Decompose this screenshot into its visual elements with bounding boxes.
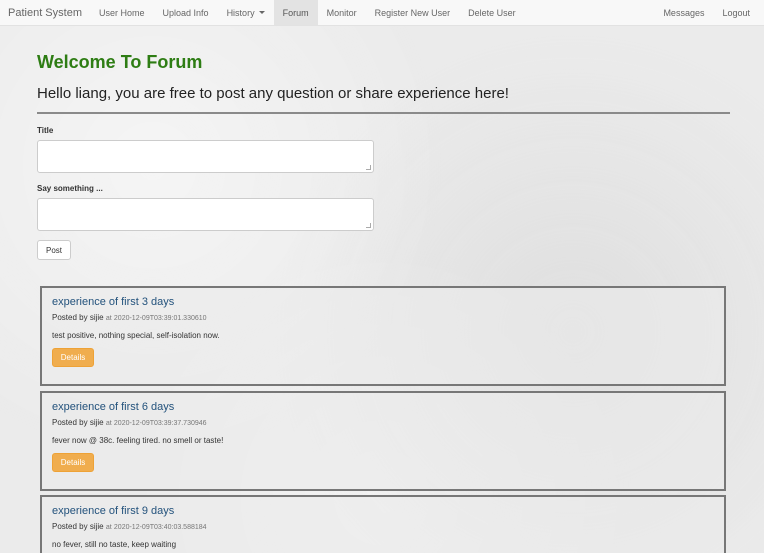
say-something-label: Say something ... (37, 184, 103, 193)
caret-down-icon (258, 11, 265, 14)
page-title: Welcome To Forum (37, 52, 203, 72)
post-meta: Posted by sijie at 2020-12-09T03:39:37.7… (52, 418, 207, 427)
post-author: sijie (89, 522, 104, 531)
post-author: sijie (89, 418, 104, 427)
at-label: at (105, 420, 112, 427)
nav-forum-label: Forum (282, 7, 309, 18)
posted-by-label: Posted by (52, 313, 88, 322)
nav-user-home[interactable]: User Home (90, 0, 154, 25)
post-title-link[interactable]: experience of first 6 days (52, 401, 174, 413)
nav-register-new-user[interactable]: Register New User (366, 0, 460, 25)
nav-register-label: Register New User (374, 7, 451, 18)
nav-right-group: Messages Logout (654, 0, 764, 25)
resize-grip-icon[interactable] (366, 165, 371, 170)
main-container: Welcome To Forum Hello liang, you are fr… (37, 50, 730, 260)
nav-history-dropdown[interactable]: History (218, 0, 274, 25)
post-button[interactable]: Post (37, 240, 71, 260)
say-something-textarea[interactable] (37, 198, 374, 231)
divider (37, 112, 730, 114)
at-label: at (105, 524, 112, 531)
nav-upload-info[interactable]: Upload Info (154, 0, 218, 25)
post-timestamp: 2020-12-09T03:39:01.330610 (113, 315, 207, 322)
top-navbar: Patient System User Home Upload Info His… (0, 0, 764, 26)
post-body: fever now @ 38c. feeling tired. no smell… (52, 436, 224, 445)
resize-grip-icon[interactable] (366, 223, 371, 228)
post-body: no fever, still no taste, keep waiting (52, 540, 177, 549)
details-button[interactable]: Details (52, 453, 94, 472)
title-label: Title (37, 126, 54, 135)
nav-history-label: History (226, 7, 255, 18)
at-label: at (105, 315, 112, 322)
nav-delete-user[interactable]: Delete User (459, 0, 525, 25)
post-card: experience of first 3 days Posted by sij… (40, 286, 726, 386)
nav-monitor[interactable]: Monitor (318, 0, 366, 25)
post-meta: Posted by sijie at 2020-12-09T03:39:01.3… (52, 313, 207, 322)
nav-messages[interactable]: Messages (654, 0, 713, 25)
page-subtitle: Hello liang, you are free to post any qu… (37, 85, 509, 102)
nav-monitor-label: Monitor (326, 7, 357, 18)
title-input[interactable] (37, 140, 374, 173)
nav-delete-user-label: Delete User (468, 7, 516, 18)
details-button[interactable]: Details (52, 348, 94, 367)
nav-forum[interactable]: Forum (273, 0, 318, 25)
post-author: sijie (89, 313, 104, 322)
nav-upload-info-label: Upload Info (162, 7, 209, 18)
nav-logout[interactable]: Logout (713, 0, 764, 25)
post-timestamp: 2020-12-09T03:40:03.588184 (113, 524, 207, 531)
posted-by-label: Posted by (52, 522, 88, 531)
post-title-link[interactable]: experience of first 9 days (52, 505, 174, 517)
nav-messages-label: Messages (663, 7, 705, 18)
nav-user-home-label: User Home (99, 7, 145, 18)
posted-by-label: Posted by (52, 418, 88, 427)
post-card: experience of first 6 days Posted by sij… (40, 391, 726, 491)
nav-logout-label: Logout (722, 7, 750, 18)
post-title-link[interactable]: experience of first 3 days (52, 296, 174, 308)
post-card: experience of first 9 days Posted by sij… (40, 495, 726, 553)
post-timestamp: 2020-12-09T03:39:37.730946 (113, 420, 207, 427)
post-body: test positive, nothing special, self-iso… (52, 331, 220, 340)
post-meta: Posted by sijie at 2020-12-09T03:40:03.5… (52, 522, 207, 531)
brand-link[interactable]: Patient System (0, 0, 90, 25)
